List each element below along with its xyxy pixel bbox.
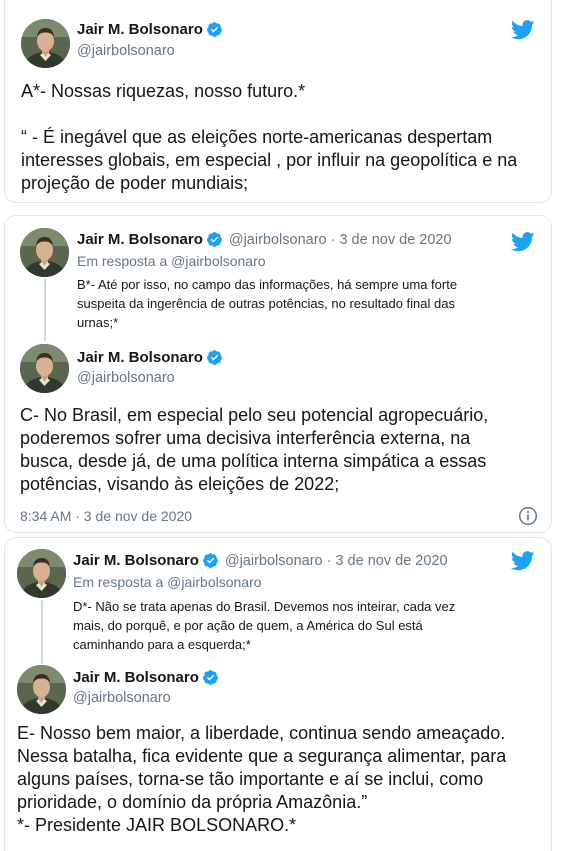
- avatar[interactable]: [17, 665, 66, 714]
- author-name[interactable]: Jair M. Bolsonaro: [73, 552, 199, 569]
- tweet-date[interactable]: · 3 de nov de 2020: [331, 232, 452, 248]
- tweet-line: [21, 103, 551, 126]
- tweet-line: Nessa batalha, fica evidente que a segur…: [17, 746, 507, 766]
- tweet-line: prioridade, o domínio da própria Amazôni…: [17, 792, 368, 812]
- author-handle[interactable]: @jairbolsonaro: [77, 370, 175, 386]
- info-icon[interactable]: [518, 506, 538, 526]
- thread-connector-line: [41, 600, 43, 664]
- verified-badge-icon: [206, 231, 223, 248]
- author-name-row[interactable]: Jair M. Bolsonaro: [73, 669, 219, 686]
- author-name[interactable]: Jair M. Bolsonaro: [77, 349, 203, 366]
- tweet-line: interesses globais, em especial , por in…: [21, 150, 518, 170]
- author-name[interactable]: Jair M. Bolsonaro: [77, 21, 203, 38]
- author-name-row[interactable]: Jair M. Bolsonaro @jairbolsonaro · 3 de …: [77, 231, 452, 248]
- verified-badge-icon: [202, 552, 219, 569]
- author-handle[interactable]: @jairbolsonaro: [225, 553, 323, 569]
- tweet-text: E- Nosso bem maior, a liberdade, continu…: [17, 722, 551, 837]
- tweet-text: A*- Nossas riquezas, nosso futuro.* “ - …: [21, 80, 551, 195]
- tweet-line: urnas;*: [77, 315, 119, 330]
- tweet-line: A*- Nossas riquezas, nosso futuro.*: [21, 81, 306, 101]
- reply-to-label[interactable]: Em resposta a @jairbolsonaro: [73, 574, 262, 590]
- tweet-line: poderemos sofrer uma decisiva interferên…: [20, 428, 471, 448]
- verified-badge-icon: [202, 669, 219, 686]
- tweet-card-3[interactable]: Jair M. Bolsonaro @jairbolsonaro · 3 de …: [4, 537, 552, 851]
- avatar[interactable]: [20, 228, 69, 277]
- verified-badge-icon: [206, 349, 223, 366]
- twitter-bird-icon[interactable]: [511, 20, 535, 40]
- tweet-line: C- No Brasil, em especial pelo seu poten…: [20, 405, 489, 425]
- tweet-line: suspeita da ingerência de outras potênci…: [77, 296, 455, 311]
- tweet-text: C- No Brasil, em especial pelo seu poten…: [20, 404, 550, 496]
- author-handle[interactable]: @jairbolsonaro: [73, 690, 171, 706]
- tweet-line: potências, visando às eleições de 2022;: [20, 474, 340, 494]
- tweet-line: mais, do porquê, e por ação de quem, a A…: [73, 618, 423, 633]
- author-name-row[interactable]: Jair M. Bolsonaro @jairbolsonaro · 3 de …: [73, 552, 448, 569]
- thread-connector-line: [44, 279, 46, 341]
- avatar[interactable]: [17, 549, 66, 598]
- reply-to-label[interactable]: Em resposta a @jairbolsonaro: [77, 253, 266, 269]
- parent-tweet-text: D*- Não se trata apenas do Brasil. Devem…: [73, 597, 539, 654]
- tweet-card-1[interactable]: Jair M. Bolsonaro @jairbolsonaro A*- Nos…: [4, 0, 552, 203]
- tweet-line: busca, desde já, de uma política interna…: [20, 451, 487, 471]
- tweet-line: caminhando para a esquerda;*: [73, 637, 251, 652]
- tweet-timestamp[interactable]: 8:34 AM · 3 de nov de 2020: [20, 508, 192, 524]
- verified-badge-icon: [206, 21, 223, 38]
- tweet-line: E- Nosso bem maior, a liberdade, continu…: [17, 723, 506, 743]
- author-name[interactable]: Jair M. Bolsonaro: [73, 669, 199, 686]
- author-handle[interactable]: @jairbolsonaro: [77, 43, 175, 59]
- author-name-row[interactable]: Jair M. Bolsonaro: [77, 349, 223, 366]
- tweet-line: “ - É inegável que as eleições norte-ame…: [21, 127, 493, 147]
- tweet-line: D*- Não se trata apenas do Brasil. Devem…: [73, 599, 456, 614]
- author-handle[interactable]: @jairbolsonaro: [229, 232, 327, 248]
- tweet-line: alguns países, torna-se tão importante e…: [17, 769, 484, 789]
- twitter-bird-icon[interactable]: [511, 232, 535, 252]
- tweet-line: *- Presidente JAIR BOLSONARO.*: [17, 815, 297, 835]
- author-name-row[interactable]: Jair M. Bolsonaro: [77, 21, 223, 38]
- tweet-date[interactable]: · 3 de nov de 2020: [327, 553, 448, 569]
- tweet-line: B*- Até por isso, no campo das informaçõ…: [77, 277, 458, 292]
- tweet-line: projeção de poder mundiais;: [21, 173, 249, 193]
- author-name[interactable]: Jair M. Bolsonaro: [77, 231, 203, 248]
- tweet-card-2[interactable]: Jair M. Bolsonaro @jairbolsonaro · 3 de …: [4, 215, 552, 533]
- parent-tweet-text: B*- Até por isso, no campo das informaçõ…: [77, 275, 539, 332]
- avatar[interactable]: [20, 344, 69, 393]
- twitter-bird-icon[interactable]: [511, 551, 535, 571]
- avatar[interactable]: [21, 19, 70, 68]
